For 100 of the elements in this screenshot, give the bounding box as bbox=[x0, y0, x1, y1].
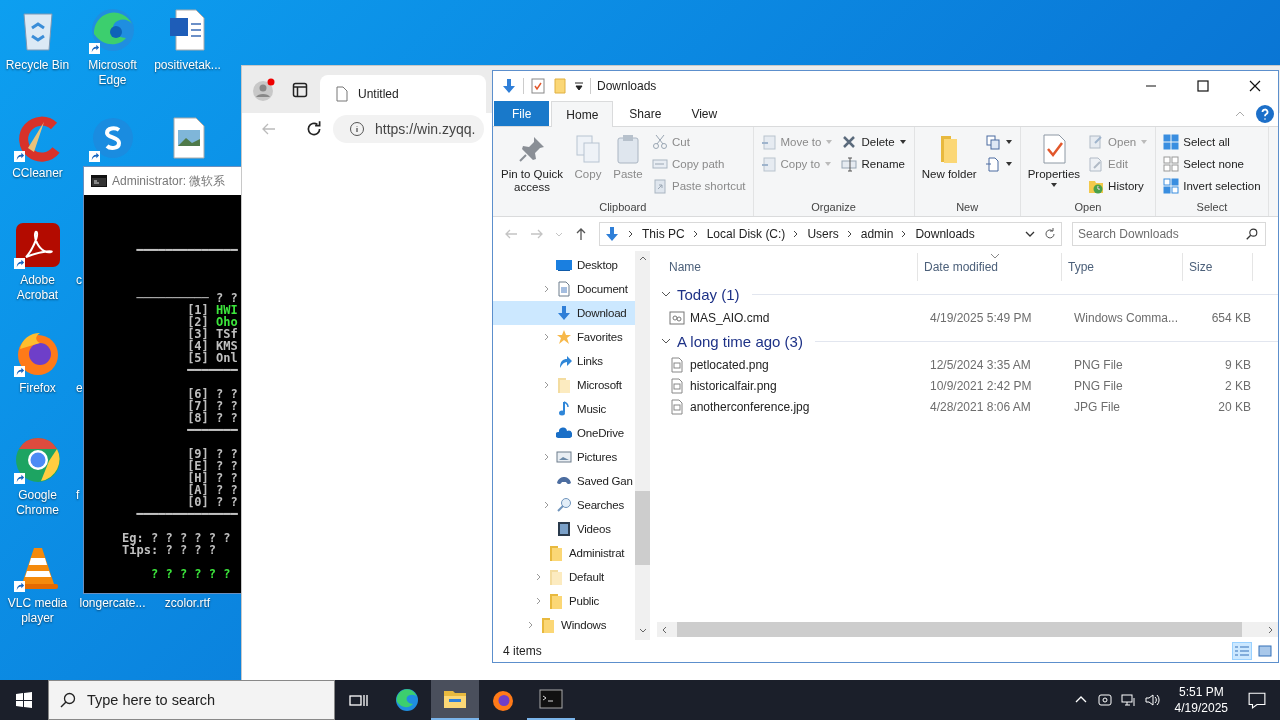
folder-icon bbox=[540, 617, 556, 633]
nav-tree-item[interactable]: Desktop bbox=[493, 253, 635, 277]
nav-tree-item[interactable]: Document bbox=[493, 277, 635, 301]
address-bar[interactable]: https://win.zyqq. bbox=[333, 115, 484, 143]
ribbon-tab[interactable]: View bbox=[677, 101, 732, 126]
size-cell-text: 20 KB bbox=[1217, 399, 1252, 414]
refresh-icon[interactable] bbox=[305, 120, 323, 138]
ribbon-button[interactable]: Delete bbox=[838, 131, 910, 153]
caret-icon bbox=[1004, 160, 1013, 168]
maximize-icon[interactable] bbox=[1195, 78, 1211, 94]
file-name[interactable]: MAS_AIO.cmd bbox=[690, 310, 770, 325]
file-name[interactable]: historicalfair.png bbox=[690, 378, 777, 393]
breadcrumb-item[interactable]: This PC bbox=[642, 227, 685, 241]
console-text: [9] ? ? bbox=[186, 447, 238, 461]
console-text: Oho bbox=[216, 315, 238, 329]
nav-tree-item[interactable]: Saved Gan bbox=[493, 469, 635, 493]
windows-logo-icon[interactable] bbox=[16, 692, 32, 708]
nav-tree-item[interactable]: Default bbox=[493, 565, 635, 589]
nav-tree-item[interactable]: Music bbox=[493, 397, 635, 421]
desktop-icon-label[interactable]: zcolor.rtf bbox=[164, 595, 211, 611]
nav-tree-item[interactable]: Links bbox=[493, 349, 635, 373]
ribbon-button[interactable]: Invert selection bbox=[1160, 175, 1264, 197]
breadcrumb-item[interactable]: Downloads bbox=[915, 227, 975, 241]
ribbon-button[interactable]: Select all bbox=[1160, 131, 1264, 153]
console-text: [H] ? ? bbox=[186, 471, 238, 485]
column-header[interactable]: Name bbox=[663, 253, 918, 281]
search-field[interactable]: Type here to search bbox=[48, 680, 335, 720]
scroll-down-icon[interactable] bbox=[638, 626, 647, 634]
scroll-left-icon[interactable] bbox=[661, 625, 669, 634]
large-icons-view-button[interactable] bbox=[1255, 642, 1275, 660]
download-icon[interactable] bbox=[501, 78, 517, 94]
help-icon[interactable] bbox=[1256, 104, 1274, 123]
ribbon-button[interactable]: Properties bbox=[1024, 131, 1084, 191]
console-text: Tips: ? ? ? ? bbox=[121, 543, 217, 557]
network-icon[interactable] bbox=[1120, 692, 1137, 708]
chevron-down-icon[interactable] bbox=[1025, 229, 1035, 239]
edit-icon bbox=[1088, 156, 1105, 172]
group-header[interactable]: Today (1) bbox=[677, 285, 740, 303]
nav-tree-item[interactable]: Download bbox=[493, 301, 635, 325]
info-icon bbox=[349, 121, 365, 137]
column-header[interactable]: Date modified bbox=[918, 253, 1062, 281]
desktop-icon-label[interactable]: f bbox=[76, 488, 80, 503]
browser-icon bbox=[395, 688, 419, 712]
nav-tree-item[interactable]: Public bbox=[493, 589, 635, 613]
date-cell-text: 4/19/2025 5:49 PM bbox=[929, 310, 1033, 325]
tab-actions-icon[interactable] bbox=[292, 82, 308, 98]
chevron-down-icon[interactable] bbox=[661, 336, 671, 346]
nav-tree-item[interactable]: Windows bbox=[493, 613, 635, 637]
chevron-down-icon[interactable] bbox=[661, 289, 671, 299]
ribbon-button[interactable]: New folder bbox=[918, 131, 980, 183]
console-text: [4] KMS bbox=[186, 339, 238, 353]
profile-avatar-icon[interactable] bbox=[252, 78, 276, 102]
properties-icon[interactable] bbox=[530, 78, 546, 94]
nav-tree-item[interactable]: Microsoft bbox=[493, 373, 635, 397]
breadcrumb-item[interactable]: Local Disk (C:) bbox=[706, 227, 786, 241]
scrollbar[interactable] bbox=[635, 251, 650, 640]
taskbar-app-button[interactable] bbox=[431, 680, 479, 720]
device-icon[interactable] bbox=[1096, 692, 1113, 708]
type-cell-text: PNG File bbox=[1073, 378, 1124, 393]
clock-time[interactable]: 5:51 PM bbox=[1178, 684, 1224, 700]
breadcrumb-item[interactable]: Users bbox=[807, 227, 839, 241]
ribbon-tab[interactable]: File bbox=[494, 101, 550, 126]
nav-tree-item[interactable]: OneDrive bbox=[493, 421, 635, 445]
clipboard-icon bbox=[652, 178, 668, 194]
ribbon-button[interactable]: Select none bbox=[1160, 153, 1264, 175]
task-view-icon[interactable] bbox=[349, 692, 369, 708]
breadcrumb-item[interactable]: admin bbox=[860, 227, 894, 241]
column-header[interactable]: Size bbox=[1183, 253, 1253, 281]
pdf-app-icon bbox=[13, 221, 62, 269]
group-header[interactable]: A long time ago (3) bbox=[677, 332, 803, 350]
music-note-icon bbox=[556, 401, 572, 417]
file-name[interactable]: anotherconference.jpg bbox=[690, 399, 810, 414]
nav-tree-item[interactable]: Administrat bbox=[493, 541, 635, 565]
desktop-icon-label[interactable]: longercate... bbox=[79, 595, 146, 611]
notification-icon[interactable] bbox=[1248, 691, 1266, 709]
nav-tree-item[interactable]: Favorites bbox=[493, 325, 635, 349]
script-file-icon bbox=[669, 309, 685, 326]
desktop-icon-label[interactable]: VLC media player bbox=[0, 595, 75, 626]
clock-date[interactable]: 4/19/2025 bbox=[1174, 700, 1228, 716]
ribbon-tab[interactable]: Home bbox=[551, 101, 614, 127]
ribbon-tab[interactable]: Share bbox=[615, 101, 676, 126]
select-none-icon bbox=[1163, 156, 1180, 172]
caret-icon[interactable] bbox=[574, 81, 584, 91]
file-name[interactable]: petlocated.png bbox=[690, 357, 769, 372]
open-icon bbox=[1088, 134, 1105, 150]
volume-icon[interactable] bbox=[1144, 692, 1161, 708]
nav-tree-item[interactable]: Videos bbox=[493, 517, 635, 541]
nav-tree-item[interactable]: Pictures bbox=[493, 445, 635, 469]
browser-tab[interactable]: Untitled bbox=[320, 75, 486, 113]
ribbon-button[interactable]: Pin to Quick access bbox=[497, 131, 567, 196]
close-icon[interactable] bbox=[1247, 78, 1263, 94]
scroll-thumb[interactable] bbox=[635, 491, 650, 565]
ribbon-button[interactable]: Rename bbox=[838, 153, 910, 175]
column-header[interactable]: Type bbox=[1062, 253, 1183, 281]
ribbon-button[interactable]: History bbox=[1085, 175, 1152, 197]
address-bar[interactable]: This PC Local Disk (C:) Users admin Downloads bbox=[599, 222, 1062, 246]
scroll-up-icon[interactable] bbox=[638, 255, 647, 263]
console-text: [6] ? ? bbox=[186, 387, 238, 401]
nav-tree-item[interactable]: Searches bbox=[493, 493, 635, 517]
scroll-right-icon[interactable] bbox=[1266, 625, 1274, 634]
